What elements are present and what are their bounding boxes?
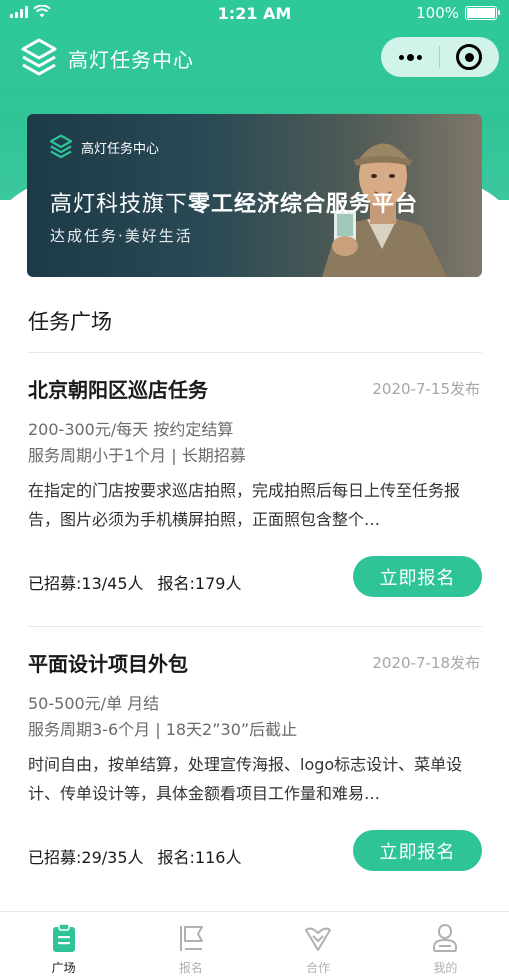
tab-label: 我的 xyxy=(433,961,458,975)
task-stats: 已招募:13/45人 报名:179人 xyxy=(28,570,241,594)
apply-button[interactable]: 立即报名 xyxy=(353,830,482,871)
banner-subtitle: 达成任务·美好生活 xyxy=(50,227,193,245)
task-period: 服务周期小于1个月 | 长期招募 xyxy=(28,446,246,465)
clipboard-icon xyxy=(52,923,75,952)
battery-percent: 100% xyxy=(416,4,459,22)
task-pay: 200-300元/每天 按约定结算 xyxy=(28,420,234,439)
user-icon xyxy=(433,924,458,952)
task-description: 在指定的门店按要求巡店拍照，完成拍照后每日上传至任务报告，图片必须为手机横屏拍照… xyxy=(28,481,461,529)
tab-label: 合作 xyxy=(306,961,331,975)
close-ring-icon xyxy=(456,44,482,70)
section-divider xyxy=(28,352,482,353)
more-button[interactable] xyxy=(381,37,439,77)
battery-icon xyxy=(465,6,500,20)
close-button[interactable] xyxy=(440,37,498,77)
task-period: 服务周期3-6个月 | 18天2”30”后截止 xyxy=(28,720,298,739)
task-signed: 报名:116人 xyxy=(157,848,242,867)
status-bar: 1:21 AM 100% xyxy=(0,0,509,28)
task-divider xyxy=(28,626,482,627)
apply-button[interactable]: 立即报名 xyxy=(353,556,482,597)
tab-label: 报名 xyxy=(178,961,203,975)
task-card[interactable]: 北京朝阳区巡店任务 2020-7-15发布 200-300元/每天 按约定结算 … xyxy=(28,374,482,614)
tab-bar: 广场 报名 合作 我的 xyxy=(0,911,509,979)
task-date: 2020-7-18发布 xyxy=(372,654,480,672)
task-card[interactable]: 平面设计项目外包 2020-7-18发布 50-500元/单 月结 服务周期3-… xyxy=(28,648,482,888)
task-date: 2020-7-15发布 xyxy=(372,380,480,398)
flag-icon xyxy=(179,926,203,951)
banner-logo-icon xyxy=(49,134,73,159)
task-recruited: 已招募:13/45人 xyxy=(28,574,144,593)
tab-cooperation[interactable]: 合作 xyxy=(255,912,382,979)
tab-signup[interactable]: 报名 xyxy=(127,912,254,979)
app-title: 高灯任务中心 xyxy=(68,48,194,72)
task-stats: 已招募:29/35人 报名:116人 xyxy=(28,844,241,868)
task-title: 北京朝阳区巡店任务 xyxy=(28,378,208,402)
status-right: 100% xyxy=(416,4,500,22)
app-logo-icon xyxy=(21,38,57,76)
banner-headline-normal: 高灯科技旗下 xyxy=(50,192,189,217)
task-pay: 50-500元/单 月结 xyxy=(28,694,160,713)
banner-logo: 高灯任务中心 xyxy=(49,134,159,160)
tab-square[interactable]: 广场 xyxy=(0,912,127,979)
nav-bar: 高灯任务中心 xyxy=(0,36,509,82)
banner-headline-bold: 零工经济综合服务平台 xyxy=(188,192,419,217)
task-signed: 报名:179人 xyxy=(157,574,242,593)
section-title: 任务广场 xyxy=(28,310,112,334)
banner-headline: 高灯科技旗下零工经济综合服务平台 xyxy=(50,186,418,218)
promo-banner[interactable]: 高灯任务中心 高灯科技旗下零工经济综合服务平台 达成任务·美好生活 xyxy=(27,114,482,277)
task-title: 平面设计项目外包 xyxy=(28,652,188,676)
tab-profile[interactable]: 我的 xyxy=(382,912,509,979)
task-recruited: 已招募:29/35人 xyxy=(28,848,144,867)
tab-label: 广场 xyxy=(51,961,76,975)
handshake-icon xyxy=(305,927,332,951)
miniprogram-capsule xyxy=(381,37,499,77)
banner-logo-text: 高灯任务中心 xyxy=(81,141,160,157)
task-description: 时间自由，按单结算，处理宣传海报、logo标志设计、菜单设计、传单设计等，具体金… xyxy=(28,755,463,803)
